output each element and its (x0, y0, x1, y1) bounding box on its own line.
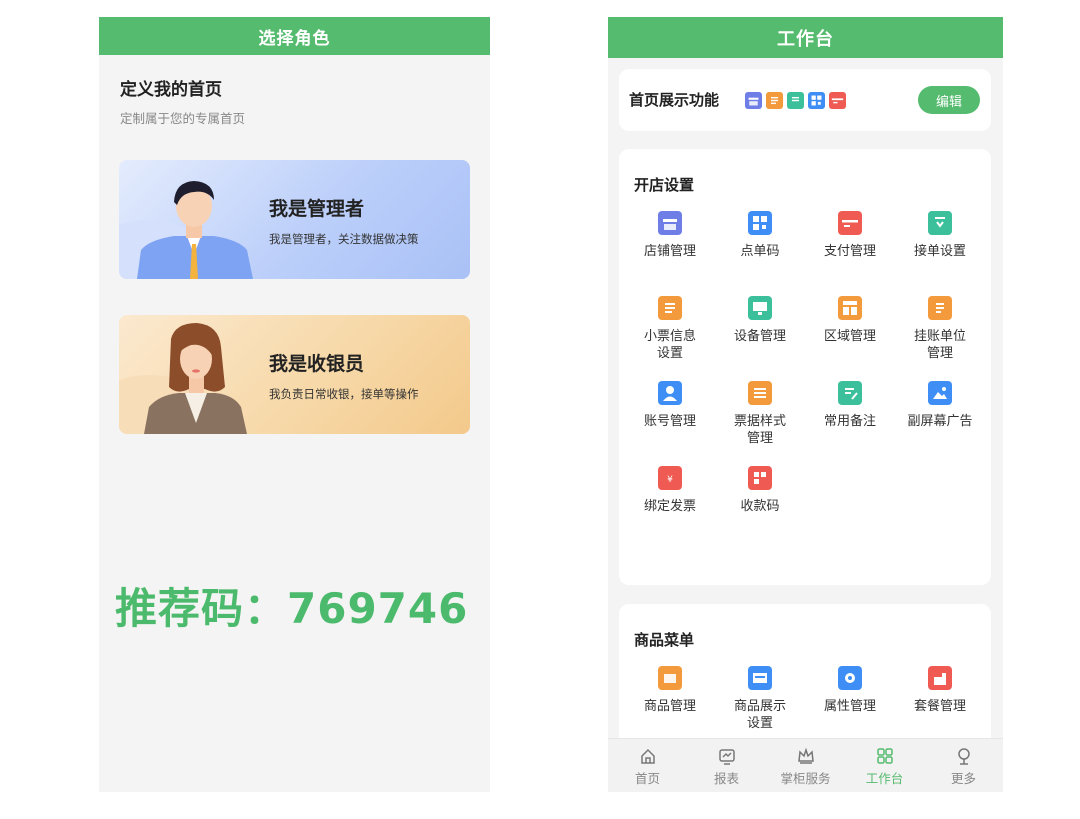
invoice-icon: ¥ (658, 466, 682, 490)
grid-item-label: 挂账单位 管理 (913, 329, 966, 361)
report-icon (687, 746, 766, 766)
tab-report[interactable]: 报表 (687, 739, 766, 792)
manager-role-card[interactable]: 我是管理者 我是管理者，关注数据做决策 (119, 160, 470, 279)
grid-item-label: 绑定发票 (643, 499, 696, 514)
grid-item-note[interactable]: 常用备注 (805, 381, 895, 430)
tab-label: 掌柜服务 (780, 771, 831, 786)
grid-item-attribute[interactable]: 属性管理 (805, 666, 895, 715)
grid-item-label: 店铺管理 (643, 244, 696, 259)
display-icon (748, 666, 772, 690)
grid-item-qr-code[interactable]: 点单码 (715, 211, 805, 260)
manager-role-desc: 我是管理者，关注数据做决策 (269, 232, 419, 246)
grid-item-screen-ad[interactable]: 副屏幕广告 (895, 381, 985, 430)
grid-item-display[interactable]: 商品展示 设置 (715, 666, 805, 732)
qr-code-icon (748, 211, 772, 235)
shop-setup-section: 开店设置 店铺管理 点单码 支付管理 接单设置小票信息 设置 设备管理 区域管理 挂账单位 管理… (619, 149, 991, 585)
payment-qr-icon (748, 466, 772, 490)
grid-item-label: 票据样式 管理 (733, 414, 786, 446)
grid-item-label: 接单设置 (913, 244, 966, 259)
area-icon (838, 296, 862, 320)
grid-item-receipt[interactable]: 小票信息 设置 (625, 296, 715, 362)
grid-item-label: 设备管理 (733, 329, 786, 344)
tab-crown[interactable]: 掌柜服务 (766, 739, 845, 792)
referral-code-text: 推荐码：769746 (115, 584, 469, 633)
grid-item-label: 区域管理 (823, 329, 876, 344)
home-feature-icons (741, 86, 855, 114)
combo-meal-icon (928, 666, 952, 690)
section-subheading: 定制属于您的专属首页 (120, 111, 246, 126)
cashier-role-card[interactable]: 我是收银员 我负责日常收银，接单等操作 (119, 315, 470, 434)
tab-label: 首页 (634, 771, 660, 786)
qr-code-icon (808, 91, 825, 109)
grid-item-device[interactable]: 设备管理 (715, 296, 805, 345)
grid-item-goods[interactable]: 商品管理 (625, 666, 715, 715)
grid-item-label: 套餐管理 (913, 699, 966, 714)
grid-item-label: 点单码 (740, 244, 780, 259)
grid-item-label: 副屏幕广告 (907, 414, 973, 429)
section-title: 开店设置 (634, 176, 695, 194)
grid-item-credit-unit[interactable]: 挂账单位 管理 (895, 296, 985, 362)
home-feature-label: 首页展示功能 (629, 91, 720, 109)
bottom-tab-bar: 首页 报表 掌柜服务 工作台 更多 (608, 738, 1003, 792)
grid-item-label: 小票信息 设置 (643, 329, 696, 361)
grid-item-label: 常用备注 (823, 414, 876, 429)
grid-item-area[interactable]: 区域管理 (805, 296, 895, 345)
manager-role-title: 我是管理者 (269, 198, 365, 220)
home-icon (608, 746, 687, 766)
grid-item-account[interactable]: 账号管理 (625, 381, 715, 430)
receipt-icon (658, 296, 682, 320)
tab-label: 更多 (950, 771, 976, 786)
workbench-screen: 工作台 首页展示功能 编辑 开店设置 店铺管理 点单码 支付管理 接单设置小票信息 设置… (608, 17, 1003, 792)
edit-button[interactable]: 编辑 (918, 86, 980, 114)
grid-item-payment-qr[interactable]: 收款码 (715, 466, 805, 515)
note-icon (838, 381, 862, 405)
grid-item-label: 商品展示 设置 (733, 699, 786, 731)
tab-grid[interactable]: 工作台 (845, 739, 924, 792)
goods-icon (658, 666, 682, 690)
tab-label: 工作台 (865, 771, 904, 786)
role-select-screen: 选择角色 定义我的首页 定制属于您的专属首页 我是管理者 我是管理者，关注数据做… (99, 17, 490, 792)
grid-item-payment-card[interactable]: 支付管理 (805, 211, 895, 260)
screen-ad-icon (928, 381, 952, 405)
manager-illustration (119, 181, 253, 279)
order-setting-icon (928, 211, 952, 235)
home-feature-card: 首页展示功能 编辑 (619, 69, 991, 131)
page-title: 工作台 (608, 17, 1003, 58)
grid-item-combo-meal[interactable]: 套餐管理 (895, 666, 985, 715)
receipt-icon (766, 91, 783, 109)
grid-item-label: 属性管理 (823, 699, 876, 714)
grid-item-label: 收款码 (740, 499, 780, 514)
store-icon (658, 211, 682, 235)
tab-more[interactable]: 更多 (924, 739, 1003, 792)
cashier-role-title: 我是收银员 (269, 353, 365, 375)
page-title: 选择角色 (99, 17, 490, 55)
attribute-icon (838, 666, 862, 690)
grid-item-store[interactable]: 店铺管理 (625, 211, 715, 260)
device-icon (748, 296, 772, 320)
grid-item-label: 商品管理 (643, 699, 696, 714)
document-icon (787, 91, 804, 109)
cashier-role-desc: 我负责日常收银，接单等操作 (269, 387, 419, 401)
grid-item-label: 账号管理 (643, 414, 696, 429)
more-icon (924, 746, 1003, 766)
svg-text:¥: ¥ (667, 475, 673, 485)
account-icon (658, 381, 682, 405)
tab-label: 报表 (713, 771, 739, 786)
grid-item-ticket-style[interactable]: 票据样式 管理 (715, 381, 805, 447)
section-title: 商品菜单 (634, 631, 695, 649)
crown-icon (766, 746, 845, 766)
tab-home[interactable]: 首页 (608, 739, 687, 792)
grid-icon (845, 746, 924, 766)
payment-card-icon (838, 211, 862, 235)
cashier-illustration (119, 323, 247, 434)
grid-item-order-setting[interactable]: 接单设置 (895, 211, 985, 260)
payment-card-icon (829, 91, 846, 109)
grid-item-invoice[interactable]: ¥ 绑定发票 (625, 466, 715, 515)
grid-item-label: 支付管理 (823, 244, 876, 259)
store-icon (745, 91, 762, 109)
section-heading: 定义我的首页 (120, 80, 222, 100)
credit-unit-icon (928, 296, 952, 320)
ticket-style-icon (748, 381, 772, 405)
